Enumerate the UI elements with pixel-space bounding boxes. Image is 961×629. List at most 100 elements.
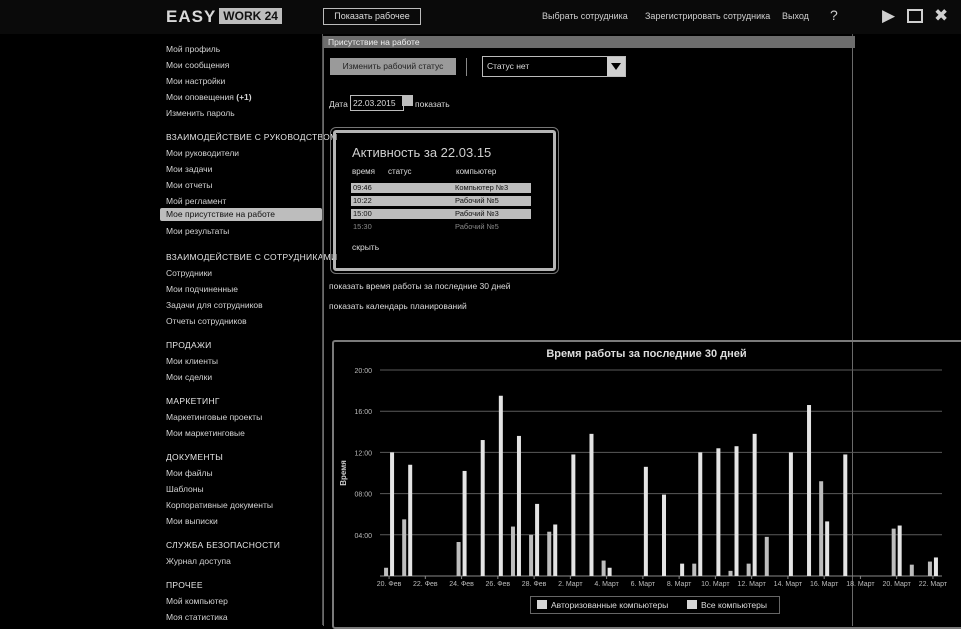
chart-bar-all [408,464,413,576]
chart-bar-authorized [384,567,389,576]
chart-bar-all [825,521,830,576]
sidebar-item-settings[interactable]: Мои настройки [166,76,225,86]
app-logo: EASY WORK 24 [166,7,282,27]
select-employee-link[interactable]: Выбрать сотрудника [542,11,628,21]
sidebar-item[interactable]: Мои клиенты [166,356,218,366]
sidebar-group-title: Документы [166,452,224,462]
sidebar-item[interactable]: Маркетинговые проекты [166,412,262,422]
status-select[interactable]: Статус нет [482,56,626,77]
sidebar-item[interactable]: Журнал доступа [166,556,231,566]
sidebar: Мой профиль Мои сообщения Мои настройки … [0,34,337,625]
show-30-days-link[interactable]: показать время работы за последние 30 дн… [329,281,511,291]
sidebar-item[interactable]: Мои маркетинговые [166,428,245,438]
sidebar-item[interactable]: Мои подчиненные [166,284,238,294]
x-tick-label: 4. Март [594,581,619,588]
sidebar-item[interactable]: Мои отчеты [166,180,212,190]
chart-bar-all [734,446,739,576]
maximize-icon[interactable] [907,9,923,23]
chart-bar-all [897,525,902,576]
sidebar-group-title: Взаимодействие с руководством [166,132,338,142]
sidebar-item-messages[interactable]: Мои сообщения [166,60,229,70]
work-time-chart: 20:00 16:00 12:00 08:00 04:00 Время 20. Фев 22.… [339,368,948,588]
chart-bar-all [553,524,558,576]
chart-bar-authorized [819,481,824,576]
chart-bar-authorized [529,534,534,576]
notification-badge: (+1) [236,92,252,102]
activity-title: Активность за 22.03.15 [352,145,492,160]
chart-bar-authorized [456,542,461,576]
chart-bar-all [662,494,666,576]
x-tick-label: 2. Март [558,581,583,588]
legend-label-authorized[interactable]: Авторизованные компьютеры [551,600,668,610]
sidebar-item-attendance-active[interactable]: Мое присутствие на работе [160,208,322,221]
sidebar-item[interactable]: Мои задачи [166,164,212,174]
activity-header-computer: компьютер [456,167,497,176]
sidebar-item[interactable]: Корпоративные документы [166,500,273,510]
chart-bar-all [788,452,793,576]
close-icon[interactable]: ✖ [934,6,948,26]
x-tick-label: 28. Фев [522,581,547,588]
sidebar-item-change-password[interactable]: Изменить пароль [166,108,235,118]
chart-bar-all [480,440,485,576]
chart-bar-authorized [927,561,932,576]
y-axis-label: Время [339,460,348,486]
x-tick-label: 8. Март [667,581,692,588]
sidebar-item[interactable]: Моя статистика [166,612,228,622]
sidebar-item[interactable]: Мои сделки [166,372,212,382]
sidebar-group-title: Служба безопасности [166,540,281,550]
panel-title: Присутствие на работе [324,36,855,48]
chart-bar-authorized [746,563,751,576]
sidebar-item[interactable]: Мой регламент [166,196,226,206]
chart-bar-all [607,567,612,576]
calendar-icon[interactable] [402,95,413,106]
chart-bar-all [698,452,703,576]
hide-activity-link[interactable]: скрыть [352,242,379,252]
sidebar-item-notifications[interactable]: Мои оповещения (+1) [166,92,252,102]
change-status-button[interactable]: Изменить рабочий статус [330,58,456,75]
x-tick-label: 16. Март [810,581,839,588]
chart-bar-all [643,466,648,576]
toolbar-separator [466,58,467,76]
logout-link[interactable]: Выход [782,11,809,21]
chart-bar-all [807,405,812,576]
chart-bar-all [571,454,576,576]
sidebar-item[interactable]: Мои руководители [166,148,239,158]
sidebar-item[interactable]: Задачи для сотрудников [166,300,263,310]
sidebar-item-profile[interactable]: Мой профиль [166,44,220,54]
sidebar-item[interactable]: Шаблоны [166,484,204,494]
date-input[interactable]: 22.03.2015 [350,95,404,111]
top-bar [0,0,961,34]
sidebar-item[interactable]: Отчеты сотрудников [166,316,247,326]
table-row: 10:22 Рабочий №5 [351,196,531,206]
show-date-link[interactable]: показать [415,99,450,109]
sidebar-item[interactable]: Мой компьютер [166,596,228,606]
x-tick-label: 18. Март [846,581,875,588]
chart-bar-all [498,395,503,576]
y-tick-label: 16:00 [354,409,372,416]
chart-bar-authorized [692,563,697,576]
chart-bar-all [390,452,395,576]
chart-bar-authorized [601,560,606,576]
legend-swatch-authorized [537,600,547,609]
sidebar-item[interactable]: Мои выписки [166,516,218,526]
legend-label-all[interactable]: Все компьютеры [701,600,767,610]
x-tick-label: 20. Фев [377,581,402,588]
chart-legend[interactable]: Авторизованные компьютеры Все компьютеры [530,596,780,614]
sidebar-item[interactable]: Сотрудники [166,268,212,278]
chart-bar-authorized [728,570,733,576]
play-icon[interactable]: ▶ [882,6,895,26]
chart-bar-authorized [402,519,407,576]
chart-bar-authorized [764,536,769,576]
x-tick-label: 22. Фев [413,581,438,588]
question-icon[interactable]: ? [830,7,838,23]
chevron-down-icon[interactable] [607,57,625,76]
sidebar-item[interactable]: Мои результаты [166,226,229,236]
chart-bar-all [589,433,594,576]
x-tick-label: 26. Фев [486,581,511,588]
chart-bar-authorized [547,531,552,576]
show-workspace-button[interactable]: Показать рабочее [323,8,421,25]
activity-header-time: время [352,167,375,176]
sidebar-item[interactable]: Мои файлы [166,468,213,478]
register-employee-link[interactable]: Зарегистрировать сотрудника [645,11,770,21]
show-calendar-link[interactable]: показать календарь планирований [329,301,467,311]
